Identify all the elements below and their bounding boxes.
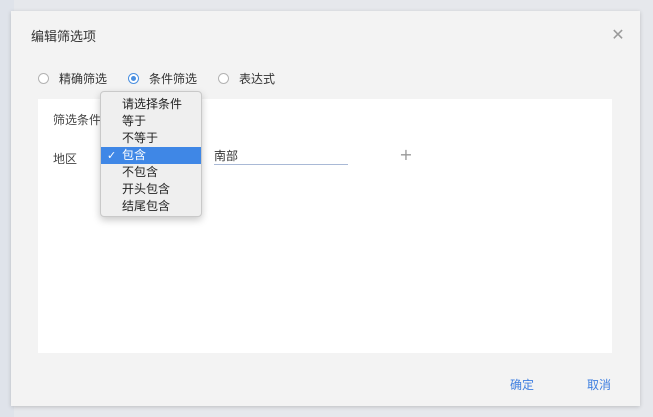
dropdown-item-label: 请选择条件 <box>122 97 183 111</box>
cancel-button[interactable]: 取消 <box>587 376 611 393</box>
dropdown-item-selected[interactable]: ✓ 包含 <box>101 147 201 164</box>
dropdown-item-label: 包含 <box>122 148 147 162</box>
checkmark-icon: ✓ <box>107 149 117 162</box>
radio-button[interactable] <box>218 72 230 84</box>
dropdown-item[interactable]: 等于 <box>101 113 201 130</box>
dropdown-item[interactable]: 请选择条件 <box>101 96 201 113</box>
dropdown-item[interactable]: 不等于 <box>101 130 201 147</box>
radio-label: 表达式 <box>239 71 276 86</box>
radio-expression[interactable]: 表达式 <box>218 70 275 87</box>
radio-exact-filter[interactable]: 精确筛选 <box>38 70 107 87</box>
dropdown-item-label: 不包含 <box>122 165 159 179</box>
condition-dropdown-menu: 请选择条件 等于 不等于 ✓ 包含 不包含 开头包含 结尾包含 <box>100 91 202 217</box>
dropdown-item[interactable]: 不包含 <box>101 164 201 181</box>
dropdown-item-label: 开头包含 <box>122 182 171 196</box>
radio-condition-filter[interactable]: 条件筛选 <box>128 70 197 87</box>
dropdown-item[interactable]: 结尾包含 <box>101 198 201 215</box>
dropdown-item-label: 不等于 <box>122 131 159 145</box>
radio-button[interactable] <box>38 72 49 84</box>
dropdown-item[interactable]: 开头包含 <box>101 181 201 198</box>
dropdown-item-label: 等于 <box>122 114 147 128</box>
radio-label: 精确筛选 <box>59 71 108 86</box>
radio-button-checked[interactable] <box>128 72 140 84</box>
radio-label: 条件筛选 <box>149 71 198 86</box>
close-icon[interactable]: ✕ <box>607 23 629 45</box>
dialog-title: 编辑筛选项 <box>31 30 97 45</box>
field-label: 地区 <box>53 152 78 166</box>
condition-value-input[interactable] <box>214 146 348 165</box>
condition-section-title: 筛选条件 <box>53 113 102 127</box>
filter-mode-radio-group: 精确筛选 条件筛选 表达式 <box>38 69 296 87</box>
dropdown-item-label: 结尾包含 <box>122 199 171 213</box>
plus-icon[interactable]: + <box>398 145 414 164</box>
ok-button[interactable]: 确定 <box>510 376 534 393</box>
